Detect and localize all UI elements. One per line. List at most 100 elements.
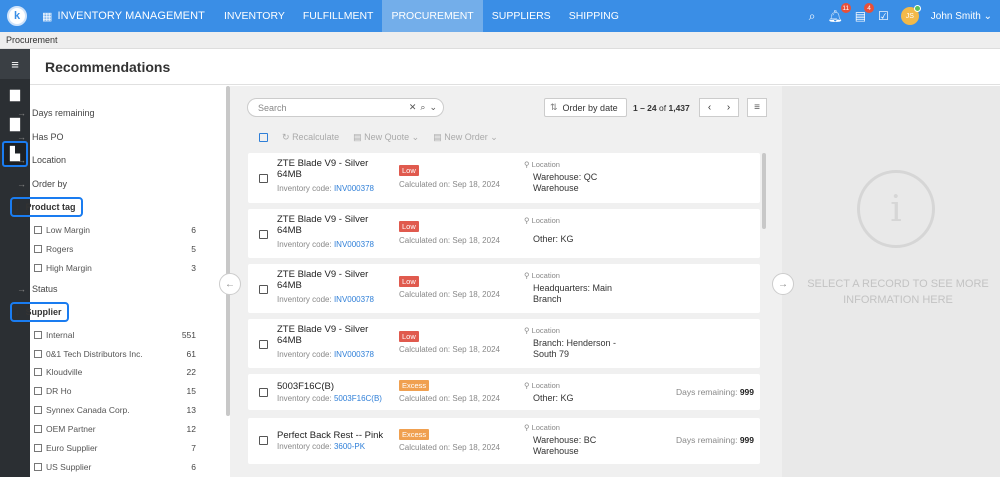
refresh-icon: ↻	[282, 132, 290, 142]
filter-location[interactable]: → Location	[17, 155, 66, 165]
nav-procurement[interactable]: PROCUREMENT	[382, 0, 483, 32]
filter-supplier[interactable]: ↓ Supplier	[10, 302, 69, 322]
filter-option[interactable]: Rogers 5	[34, 244, 196, 254]
row-checkbox[interactable]	[259, 436, 268, 445]
checkbox[interactable]	[34, 350, 42, 358]
location-label: ⚲ Location	[524, 423, 560, 432]
checkbox[interactable]	[34, 245, 42, 253]
item-code: Inventory code: 3600-PK	[277, 442, 365, 451]
search-icon[interactable]: ⌕	[809, 9, 816, 24]
filter-status[interactable]: → Status	[17, 284, 58, 294]
filter-option[interactable]: Euro Supplier 7	[34, 443, 196, 453]
arrow-right-icon[interactable]: →	[772, 273, 794, 295]
nav-fulfillment[interactable]: FULFILLMENT	[294, 0, 383, 32]
nav-inventory[interactable]: INVENTORY	[215, 0, 294, 32]
code-link[interactable]: INV000378	[334, 295, 374, 304]
avatar[interactable]: JS	[900, 5, 921, 25]
status-badge: Excess	[399, 429, 430, 440]
checkbox[interactable]	[34, 226, 42, 234]
list-item[interactable]: ZTE Blade V9 - Silver 64MB Inventory cod…	[248, 153, 760, 203]
list-item[interactable]: 5003F16C(B) Inventory code: 5003F16C(B) …	[248, 374, 760, 410]
checkbox[interactable]	[34, 331, 42, 339]
page-of: of	[659, 102, 667, 113]
list-item[interactable]: Perfect Back Rest -- Pink Inventory code…	[248, 418, 760, 464]
new-quote-button[interactable]: ▤ New Quote ⌄	[353, 132, 419, 143]
filter-option[interactable]: High Margin 3	[34, 263, 196, 273]
checkbox[interactable]	[34, 444, 42, 452]
order-by-button[interactable]: ⇅ Order by date	[544, 98, 627, 117]
row-checkbox[interactable]	[259, 230, 268, 239]
checkbox[interactable]	[34, 406, 42, 414]
list-scrollbar[interactable]	[762, 153, 766, 229]
checkbox[interactable]	[34, 264, 42, 272]
filter-label: Order by	[32, 179, 68, 189]
filter-order-by[interactable]: → Order by	[17, 179, 67, 189]
recalculate-button[interactable]: ↻ Recalculate	[282, 132, 339, 143]
arrow-down-icon: ↓	[15, 202, 20, 212]
checkbox[interactable]	[34, 368, 42, 376]
search-placeholder: Search	[258, 102, 287, 113]
calendar-icon[interactable]: ▤ 4	[855, 3, 875, 23]
filter-option[interactable]: Low Margin 6	[34, 225, 196, 235]
list-item[interactable]: ZTE Blade V9 - Silver 64MB Inventory cod…	[248, 264, 760, 313]
bell-icon[interactable]: 🔔︎ 11	[827, 3, 851, 23]
calculated-date: Calculated on: Sep 18, 2024	[399, 443, 500, 452]
filter-label: Has PO	[32, 132, 64, 142]
checkbox[interactable]	[34, 463, 42, 471]
code-link[interactable]: INV000378	[334, 240, 374, 249]
prev-page-icon[interactable]: ‹	[708, 102, 711, 113]
option-label: DR Ho	[46, 386, 72, 396]
nav-shipping[interactable]: SHIPPING	[560, 0, 628, 32]
filter-option[interactable]: 0&1 Tech Distributors Inc. 61	[34, 349, 196, 359]
filter-option[interactable]: US Supplier 6	[34, 462, 196, 472]
row-checkbox[interactable]	[259, 388, 268, 397]
new-order-button[interactable]: ▤ New Order ⌄	[433, 132, 498, 143]
document-icon[interactable]: ▆	[0, 79, 30, 109]
next-page-icon[interactable]: ›	[727, 102, 730, 113]
list-view-icon[interactable]: ≡	[747, 98, 767, 117]
row-checkbox[interactable]	[259, 285, 268, 294]
filter-option[interactable]: Synnex Canada Corp. 13	[34, 405, 196, 415]
app-title[interactable]: ▦ INVENTORY MANAGEMENT	[42, 10, 205, 23]
filter-option[interactable]: OEM Partner 12	[34, 424, 196, 434]
filter-option[interactable]: DR Ho 15	[34, 386, 196, 396]
filter-label: Product tag	[25, 202, 76, 212]
arrow-right-icon: →	[17, 179, 26, 189]
code-link[interactable]: 5003F16C(B)	[334, 394, 382, 403]
detail-placeholder: SELECT A RECORD TO SEE MORE INFORMATION …	[807, 278, 989, 306]
search-input[interactable]: Search ✕ ⌕ ⌄	[247, 98, 444, 117]
location-label-text: Location	[531, 423, 560, 432]
select-all-checkbox[interactable]	[259, 133, 268, 142]
code-link[interactable]: INV000378	[334, 184, 374, 193]
arrow-left-icon[interactable]: ←	[219, 273, 241, 295]
task-check-icon[interactable]: ☑	[878, 9, 889, 23]
checkbox[interactable]	[34, 425, 42, 433]
location-value: Other: KG	[533, 234, 574, 244]
code-link[interactable]: INV000378	[334, 350, 374, 359]
filter-product-tag[interactable]: ↓ Product tag	[10, 197, 83, 217]
filter-days-remaining[interactable]: → Days remaining	[17, 108, 95, 118]
filter-option[interactable]: Internal 551	[34, 330, 196, 340]
user-menu[interactable]: John Smith ⌄	[931, 11, 992, 22]
clear-icon[interactable]: ✕	[409, 102, 417, 113]
filter-option[interactable]: Kloudville 22	[34, 367, 196, 377]
option-label: Internal	[46, 330, 75, 340]
app-logo[interactable]: k	[7, 6, 27, 26]
option-count: 6	[191, 462, 196, 472]
option-count: 5	[191, 244, 196, 254]
row-checkbox[interactable]	[259, 174, 268, 183]
location-label: ⚲ Location	[524, 326, 560, 335]
list-item[interactable]: ZTE Blade V9 - Silver 64MB Inventory cod…	[248, 209, 760, 258]
nav-suppliers[interactable]: SUPPLIERS	[483, 0, 560, 32]
list-item[interactable]: ZTE Blade V9 - Silver 64MB Inventory cod…	[248, 319, 760, 368]
hamburger-menu-icon[interactable]: ≡	[0, 49, 30, 79]
row-checkbox[interactable]	[259, 340, 268, 349]
search-icon[interactable]: ⌕	[420, 102, 425, 113]
chevron-down-icon[interactable]: ⌄	[429, 102, 437, 113]
option-label: Kloudville	[46, 367, 83, 377]
checkbox[interactable]	[34, 387, 42, 395]
code-link[interactable]: 3600-PK	[334, 442, 365, 451]
calculated-date: Calculated on: Sep 18, 2024	[399, 180, 500, 189]
filter-has-po[interactable]: → Has PO	[17, 132, 64, 142]
option-label: US Supplier	[46, 462, 92, 472]
